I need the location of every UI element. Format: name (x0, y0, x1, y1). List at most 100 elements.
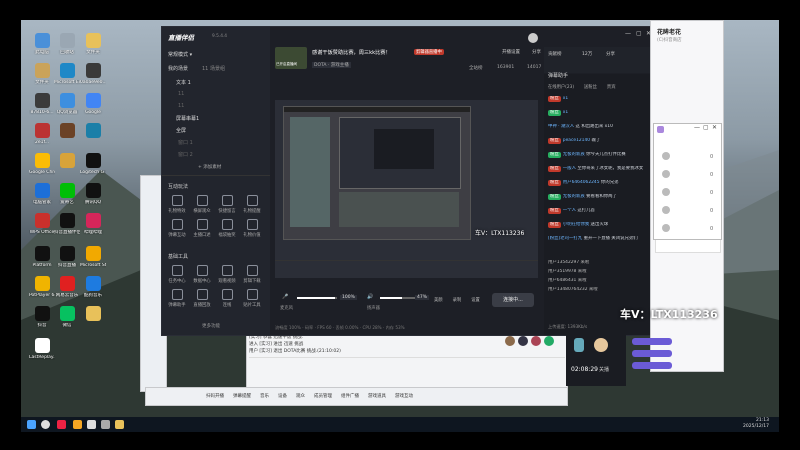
desktop-icon[interactable]: Logitech G HUB (80, 153, 106, 175)
layer-item[interactable]: 屏幕串幕1 (176, 115, 199, 122)
user-avatar[interactable] (662, 170, 670, 178)
chat-nickname[interactable]: 无极的新族 (563, 194, 586, 199)
speaker-icon[interactable]: 🔊 (367, 294, 373, 300)
desktop-icon[interactable]: LastReplay... (29, 338, 55, 360)
anchor-avatar[interactable] (594, 338, 608, 352)
clock[interactable]: 21:13 2025/12/17 (743, 418, 769, 430)
layer-item[interactable]: 文本 1 (176, 79, 191, 86)
layer-item[interactable]: 11 (178, 91, 184, 97)
desktop-icon[interactable]: 此电脑 (29, 33, 55, 55)
tool-button[interactable]: 弹幕互动 (166, 219, 188, 238)
tool-button[interactable]: 礼物提醒 (241, 195, 263, 214)
connect-button[interactable]: 连接中... (492, 293, 534, 307)
minimize-button[interactable]: — (625, 30, 631, 37)
mic-gift-icon[interactable] (574, 338, 584, 352)
chat-nickname[interactable]: 中神 · 潮汉人 (548, 124, 576, 129)
tool-button[interactable]: 快捷留言 (216, 195, 238, 214)
user-avatar[interactable] (662, 206, 670, 214)
tool-button[interactable]: 礼物价值 (241, 219, 263, 238)
contribution-tab[interactable]: 贡献榜 (548, 51, 562, 57)
mic-icon[interactable]: 🎤 (282, 294, 288, 300)
chat-nickname[interactable]: 一般人 (563, 166, 578, 171)
popup-maximize[interactable]: ▢ (703, 124, 709, 131)
desktop-icon[interactable] (80, 306, 106, 323)
desktop-icon[interactable]: 文件夹 (80, 33, 106, 55)
chat-message[interactable]: 粉丝 peace12140 输了 (548, 138, 652, 144)
chat-message[interactable]: 粉丝 一个人 这打几首 (548, 208, 652, 214)
desktop-icon[interactable]: 酷狗音乐 (80, 276, 106, 298)
end-live-button[interactable]: 关播 (599, 366, 609, 373)
popup-window[interactable]: — ▢ ✕ 0 0 0 0 0 (653, 123, 722, 240)
chat-message[interactable]: 粉丝 x1 (548, 110, 652, 116)
add-material-button[interactable]: + 添加素材 (198, 164, 221, 170)
chat-nickname[interactable]: x1 (563, 96, 568, 101)
tool-button[interactable]: 直播回放 (191, 289, 213, 308)
stream-cover[interactable]: 已开启直播间 (275, 47, 307, 69)
taskbar-app-icon[interactable] (87, 420, 96, 429)
desktop-icon[interactable]: 文件夹 (29, 63, 55, 85)
tool-button[interactable]: 剪辑下载 (241, 265, 263, 284)
popup-close[interactable]: ✕ (712, 124, 717, 131)
desktop-icon[interactable]: 2e1f... (29, 123, 55, 145)
chat-nickname[interactable]: 用户6464062245 (563, 180, 601, 185)
desktop-icon[interactable]: 腾讯QQ (80, 183, 106, 205)
sub-tab[interactable]: 送粉丝 (584, 84, 597, 90)
taskbar-app-icon[interactable] (101, 420, 110, 429)
chat-nickname[interactable]: 一个人 (563, 208, 578, 213)
chat-message[interactable]: 粉丝 小明在给你我 送出火球 (548, 222, 652, 228)
desktop-icon[interactable]: 抖音 (29, 306, 55, 328)
count-tab[interactable]: 12万 (582, 51, 592, 57)
sub-tab[interactable]: 在线用户(23) (548, 84, 574, 90)
layer-item[interactable]: 窗口 1 (178, 139, 193, 146)
windows-start-icon[interactable] (27, 420, 36, 429)
chat-message[interactable]: 粉丝 无极的新族 你今天几点打伴比赛 (548, 152, 652, 158)
toolbar-item[interactable]: 组件广播 (341, 393, 359, 399)
toolbar-item[interactable]: 弹幕提醒 (233, 393, 251, 399)
desktop-icon[interactable]: 0a0ae9e0... (80, 63, 106, 85)
scene-group[interactable]: 11 场景组 (202, 65, 225, 72)
background-chat-window[interactable]: [实习] 恭喜 迅速干饭 挑战. 进入 [实习] 进出 迅速 挑战 用户 [实习… (246, 330, 568, 392)
layer-item[interactable]: 11 (178, 103, 184, 109)
layer-item[interactable]: 全屏 (176, 127, 186, 134)
search-icon[interactable] (41, 420, 50, 429)
mic-slider[interactable] (297, 297, 337, 299)
sub-tab[interactable]: 贵宾 (607, 84, 616, 90)
bottom-toolbar-window[interactable]: 扫码开播 弹幕提醒 音乐 设备 观众 成员管理 组件广播 游戏道具 游戏互动 (145, 387, 568, 406)
tool-button[interactable]: 任务中心 (166, 265, 188, 284)
share-button[interactable]: 分享 (532, 49, 541, 55)
desktop-icon[interactable]: WPS Office (29, 213, 55, 235)
tool-button[interactable]: 礼物特效 (166, 195, 188, 214)
desktop-icon[interactable]: 爱奇艺 (54, 183, 80, 205)
desktop-icon[interactable]: 电脑管家 (29, 183, 55, 205)
stream-preview[interactable]: 车V：LTX113236 (275, 100, 538, 278)
chat-nickname[interactable]: [粉丝]老司一打九 (548, 236, 584, 241)
desktop-icon[interactable] (54, 123, 80, 140)
toolbar-item[interactable]: 设备 (278, 393, 287, 399)
desktop-icon[interactable]: 抖音直播 (54, 246, 80, 268)
chat-message[interactable]: [粉丝]老司一打九 重开一下直播 关闭说兄弟们 (548, 236, 652, 242)
preview-tool-button[interactable]: 录制 (453, 297, 462, 303)
chat-nickname[interactable]: x1 (563, 110, 568, 115)
desktop-icon[interactable]: 回收站 (54, 33, 80, 55)
toolbar-item[interactable]: 游戏互动 (395, 393, 413, 399)
taskbar-app-icon[interactable] (73, 420, 82, 429)
desktop-icon[interactable]: Microsoft Store (80, 246, 106, 268)
user-avatar[interactable] (662, 224, 670, 232)
danmaku-panel[interactable]: 弹幕助手 在线用户(23) 送粉丝 贵宾 粉丝 x1 粉丝 x1 中神 · 潮汉人 这 … (544, 73, 656, 335)
toolbar-item[interactable]: 观众 (296, 393, 305, 399)
desktop-icon[interactable]: 抖音直播伴侣 (54, 213, 80, 235)
toolbar-item[interactable]: 扫码开播 (206, 393, 224, 399)
more-functions-button[interactable]: 更多功能 (202, 323, 220, 329)
desktop-icon[interactable] (80, 123, 106, 140)
tool-button[interactable]: 连线 (216, 289, 238, 308)
desktop-icon[interactable]: PotPlayer 64 bit (29, 276, 55, 298)
chat-message[interactable]: 中神 · 潮汉人 这 和出路出来 x10 (548, 124, 652, 130)
desktop-icon[interactable]: Google Chrome (29, 153, 55, 175)
popup-minimize[interactable]: — (694, 124, 700, 131)
tool-button[interactable]: 福袋抽奖 (216, 219, 238, 238)
maximize-button[interactable]: ▢ (636, 30, 642, 37)
category-label[interactable]: DOTA · 游戏主播 (312, 62, 351, 68)
toolbar-item[interactable]: 音乐 (260, 393, 269, 399)
desktop-icon[interactable]: 网易云音乐 (54, 276, 80, 298)
start-live-settings[interactable]: 开播设置 (502, 49, 520, 55)
